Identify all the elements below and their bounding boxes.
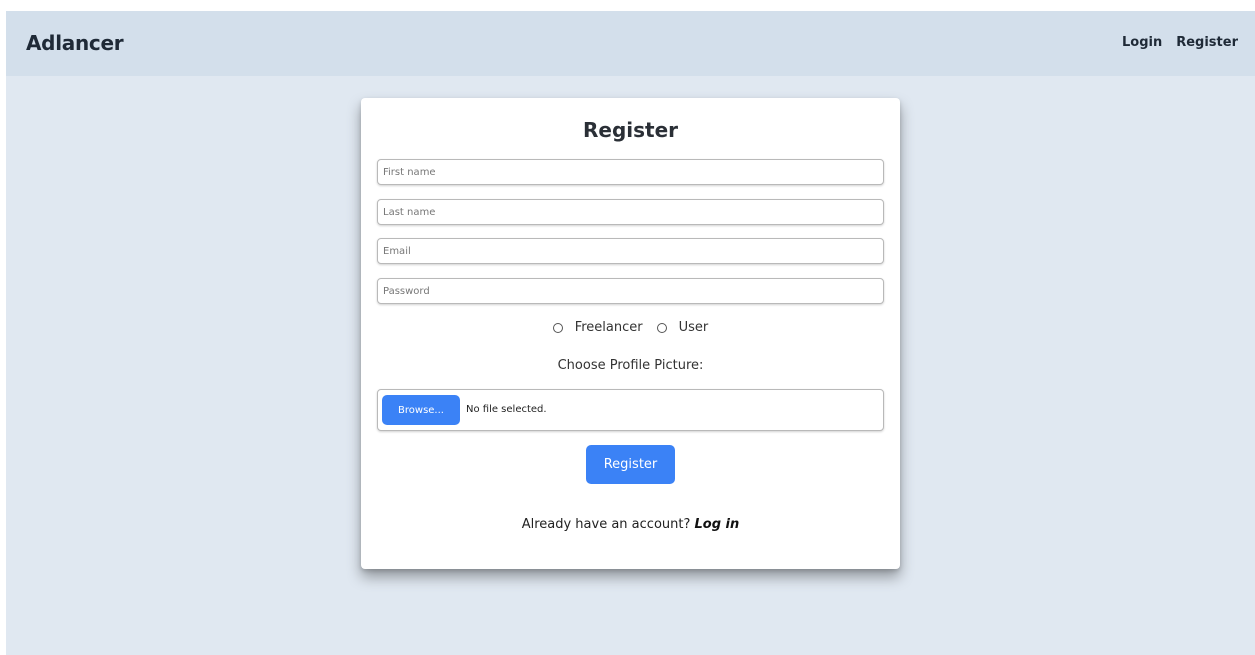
form-title: Register [582, 118, 679, 142]
nav-login-link[interactable]: Login [1122, 35, 1162, 50]
nav-register-link[interactable]: Register [1176, 35, 1238, 50]
user-radio-label: User [678, 320, 709, 335]
last-name-input[interactable] [377, 199, 884, 225]
freelancer-radio-label: Freelancer [574, 320, 643, 335]
page-frame: Adlancer Login Register Register Freelan… [6, 11, 1255, 655]
register-card: Register Freelancer User Choose Profile … [361, 98, 900, 569]
profile-picture-file-input[interactable]: Browse... No file selected. [377, 389, 884, 431]
role-option-freelancer[interactable]: Freelancer [552, 320, 643, 335]
role-option-user[interactable]: User [656, 320, 709, 335]
first-name-input[interactable] [377, 159, 884, 185]
role-radio-group: Freelancer User [361, 320, 900, 335]
login-link[interactable]: Log in [695, 517, 740, 532]
file-status-text: No file selected. [466, 404, 547, 415]
email-input[interactable] [377, 238, 884, 264]
account-prompt-text: Already have an account? [521, 517, 691, 532]
login-prompt: Already have an account? Log in [361, 517, 900, 532]
top-navbar: Adlancer Login Register [6, 11, 1255, 76]
register-submit-button[interactable]: Register [586, 445, 675, 484]
brand-logo[interactable]: Adlancer [26, 31, 124, 55]
freelancer-radio[interactable] [552, 322, 563, 333]
browse-button[interactable]: Browse... [382, 395, 460, 425]
profile-picture-label: Choose Profile Picture: [557, 358, 704, 373]
user-radio[interactable] [656, 322, 667, 333]
nav-links: Login Register [1122, 35, 1238, 50]
password-input[interactable] [377, 278, 884, 304]
